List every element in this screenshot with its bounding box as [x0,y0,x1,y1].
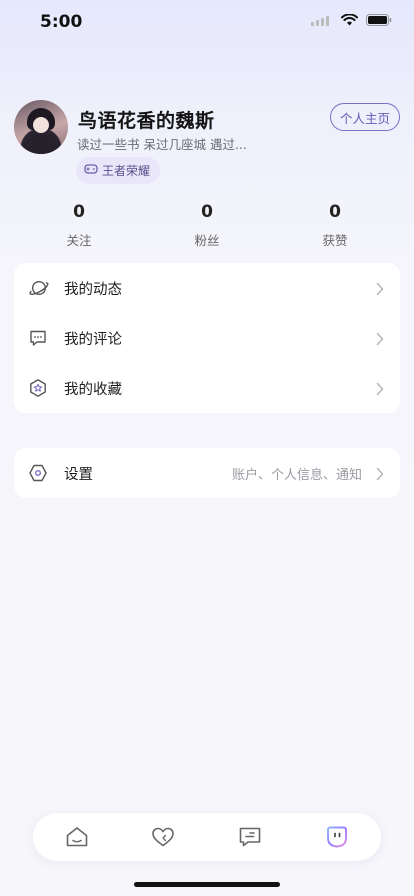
profile-header: 鸟语花香的魏斯 读过一些书 呆过几座城 遇过... 王者荣耀 个人主页 [14,100,400,190]
heart-icon [150,827,176,854]
stat-followers[interactable]: 0 粉丝 [157,200,257,249]
profile-icon [324,826,350,854]
signal-icon [311,14,333,26]
stat-label: 粉丝 [194,233,220,248]
gamepad-icon [84,163,98,178]
status-time: 5:00 [40,12,83,32]
comment-icon [28,328,48,348]
battery-icon [366,14,392,26]
menu-item-favorites[interactable]: 我的收藏 [14,363,400,413]
home-icon [64,827,90,854]
stat-value: 0 [329,202,341,222]
chevron-right-icon [376,281,384,296]
username: 鸟语花香的魏斯 [78,110,215,132]
menu-card: 我的动态 我的评论 我的收藏 [14,263,400,413]
menu-item-comments[interactable]: 我的评论 [14,313,400,363]
nav-favorites[interactable] [150,824,176,850]
bottom-nav [33,813,381,861]
nav-me[interactable] [324,824,350,850]
menu-item-label: 我的动态 [64,281,122,298]
chevron-right-icon [376,331,384,346]
settings-hint: 账户、个人信息、通知 [231,467,362,483]
stat-label: 获赞 [322,233,348,248]
stat-likes[interactable]: 0 获赞 [285,200,385,249]
avatar[interactable] [14,100,68,154]
menu-item-label: 我的收藏 [64,381,122,398]
home-indicator [134,882,280,887]
stat-following[interactable]: 0 关注 [29,200,129,249]
chevron-right-icon [376,381,384,396]
bio-text: 读过一些书 呆过几座城 遇过... [77,137,247,152]
settings-label: 设置 [64,466,93,483]
nav-home[interactable] [64,824,90,850]
settings-card: 设置 账户、个人信息、通知 [14,448,400,498]
chevron-right-icon [376,466,384,481]
status-bar: 5:00 [0,0,414,46]
menu-item-label: 我的评论 [64,331,122,348]
wifi-icon [341,14,358,26]
menu-item-posts[interactable]: 我的动态 [14,263,400,313]
game-tag-label: 王者荣耀 [102,164,151,178]
game-tag[interactable]: 王者荣耀 [76,157,161,184]
stat-value: 0 [73,202,85,222]
status-icons [311,14,392,26]
stats-row: 0 关注 0 粉丝 0 获赞 [0,200,414,252]
star-hexagon-icon [28,378,48,398]
homepage-button[interactable]: 个人主页 [330,103,400,131]
message-icon [237,827,263,854]
nav-messages[interactable] [237,824,263,850]
planet-icon [28,278,49,298]
hexagon-settings-icon [28,463,48,483]
stat-label: 关注 [66,233,92,248]
stat-value: 0 [201,202,213,222]
menu-item-settings[interactable]: 设置 账户、个人信息、通知 [14,448,400,498]
